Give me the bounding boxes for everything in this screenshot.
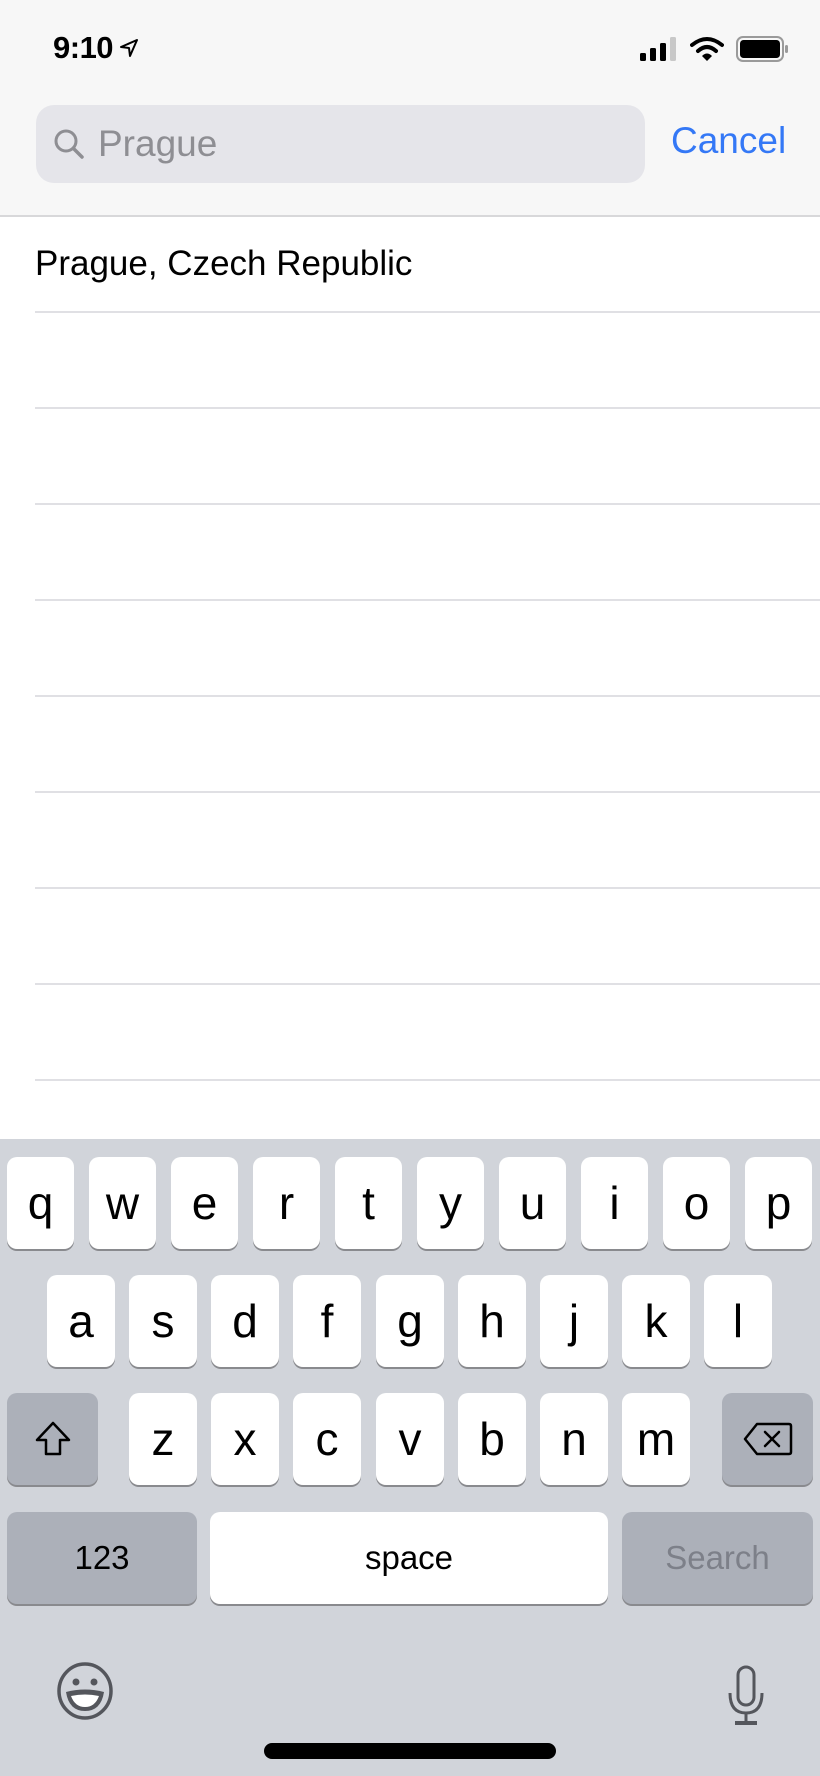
shift-icon	[35, 1421, 70, 1456]
key-label: q	[27, 1177, 54, 1229]
key-label: s	[151, 1295, 175, 1347]
key-k[interactable]: k	[622, 1275, 690, 1367]
location-arrow-icon	[120, 39, 139, 57]
key-label: y	[439, 1177, 462, 1229]
cancel-button[interactable]: Cancel	[671, 120, 786, 162]
key-n[interactable]: n	[540, 1393, 608, 1485]
results-list: Prague, Czech Republic	[0, 217, 820, 1081]
key-h[interactable]: h	[458, 1275, 526, 1367]
key-y[interactable]: y	[417, 1157, 484, 1249]
key-label: u	[519, 1177, 546, 1229]
key-label: w	[105, 1177, 140, 1229]
key-a[interactable]: a	[47, 1275, 115, 1367]
key-s[interactable]: s	[129, 1275, 197, 1367]
status-time: 9:10	[53, 30, 139, 66]
key-label: b	[479, 1413, 505, 1465]
key-label: o	[683, 1177, 710, 1229]
key-l[interactable]: l	[704, 1275, 772, 1367]
key-label: f	[320, 1295, 334, 1347]
list-item	[35, 697, 820, 793]
key-f[interactable]: f	[293, 1275, 361, 1367]
key-label: i	[609, 1177, 620, 1229]
search-input[interactable]	[98, 123, 618, 165]
space-key[interactable]: space	[210, 1512, 608, 1604]
key-b[interactable]: b	[458, 1393, 526, 1485]
key-r[interactable]: r	[253, 1157, 320, 1249]
key-label: t	[362, 1177, 375, 1229]
search-key[interactable]: Search	[622, 1512, 813, 1604]
emoji-icon[interactable]	[55, 1661, 115, 1721]
delete-key[interactable]	[722, 1393, 813, 1485]
key-d[interactable]: d	[211, 1275, 279, 1367]
key-label: Search	[665, 1539, 770, 1576]
key-label: e	[191, 1177, 218, 1229]
key-label: v	[398, 1413, 422, 1465]
status-icons	[640, 36, 790, 62]
key-label: m	[636, 1413, 676, 1465]
status-time-text: 9:10	[53, 30, 114, 65]
key-label: 123	[74, 1539, 130, 1576]
key-u[interactable]: u	[499, 1157, 566, 1249]
key-label: h	[479, 1295, 505, 1347]
delete-icon	[743, 1422, 792, 1456]
search-header: 9:10 Cancel	[0, 0, 820, 217]
key-c[interactable]: c	[293, 1393, 361, 1485]
key-z[interactable]: z	[129, 1393, 197, 1485]
key-t[interactable]: t	[335, 1157, 402, 1249]
result-label: Prague, Czech Republic	[35, 244, 413, 283]
list-item	[35, 409, 820, 505]
list-item	[35, 505, 820, 601]
key-label: a	[68, 1295, 94, 1347]
key-label: n	[561, 1413, 587, 1465]
key-i[interactable]: i	[581, 1157, 648, 1249]
key-o[interactable]: o	[663, 1157, 730, 1249]
key-label: z	[151, 1413, 175, 1465]
cellular-signal-icon	[640, 37, 676, 61]
list-item	[35, 985, 820, 1081]
key-label: d	[232, 1295, 258, 1347]
key-label: x	[233, 1413, 257, 1465]
key-q[interactable]: q	[7, 1157, 74, 1249]
search-icon	[54, 129, 84, 159]
key-label: r	[278, 1177, 295, 1229]
wifi-icon	[690, 37, 724, 61]
key-label: p	[765, 1177, 792, 1229]
microphone-icon[interactable]	[725, 1665, 767, 1727]
home-indicator[interactable]	[264, 1743, 556, 1759]
list-item	[35, 313, 820, 409]
list-item	[35, 793, 820, 889]
keyboard: q w e r t y u i o p a s d f g h j k l z …	[0, 1139, 820, 1776]
shift-key[interactable]	[7, 1393, 98, 1485]
list-item	[35, 601, 820, 697]
key-x[interactable]: x	[211, 1393, 279, 1485]
key-e[interactable]: e	[171, 1157, 238, 1249]
battery-icon	[736, 36, 788, 62]
key-label: k	[644, 1295, 668, 1347]
key-v[interactable]: v	[376, 1393, 444, 1485]
list-item[interactable]: Prague, Czech Republic	[35, 217, 820, 313]
search-field[interactable]	[36, 105, 645, 183]
key-j[interactable]: j	[540, 1275, 608, 1367]
key-label: space	[364, 1539, 454, 1576]
key-g[interactable]: g	[376, 1275, 444, 1367]
list-item	[35, 889, 820, 985]
key-m[interactable]: m	[622, 1393, 690, 1485]
key-p[interactable]: p	[745, 1157, 812, 1249]
key-w[interactable]: w	[89, 1157, 156, 1249]
key-label: c	[315, 1413, 339, 1465]
key-label: j	[568, 1295, 580, 1347]
key-label: g	[397, 1295, 423, 1347]
numbers-key[interactable]: 123	[7, 1512, 197, 1604]
key-label: l	[732, 1295, 744, 1347]
